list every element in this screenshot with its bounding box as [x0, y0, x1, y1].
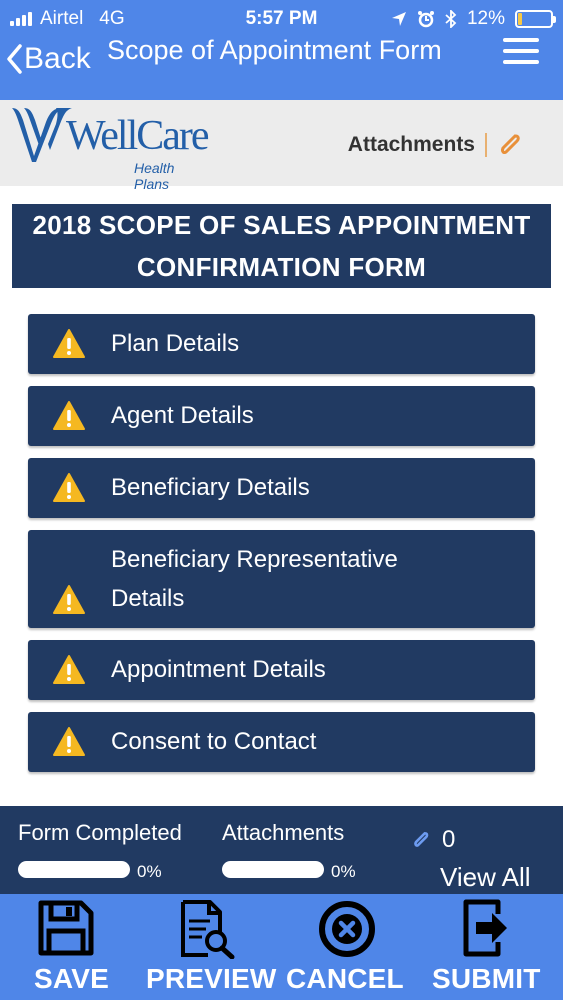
- progress-panel: Form Completed 0% Attachments 0% 0 View …: [0, 806, 563, 894]
- battery-fill: [518, 13, 522, 25]
- section-agent-details[interactable]: Agent Details: [28, 386, 535, 446]
- logo-name: WellCare: [66, 113, 210, 159]
- save-button[interactable]: SAVE: [28, 894, 114, 1000]
- paperclip-icon: [501, 134, 520, 154]
- floppy-disk-icon: [38, 900, 94, 956]
- section-label-line1: Beneficiary Representative: [111, 546, 398, 573]
- save-label: SAVE: [34, 963, 109, 994]
- attachments-progress-label: Attachments: [222, 820, 345, 845]
- back-button[interactable]: Back: [6, 42, 91, 76]
- bluetooth-icon: [445, 10, 457, 28]
- battery-icon: [515, 10, 556, 28]
- form-completed-progress-bar: [18, 861, 130, 878]
- status-right: 12%: [391, 8, 556, 30]
- warning-icon: [53, 401, 85, 430]
- alarm-icon: [417, 11, 434, 28]
- section-beneficiary-details[interactable]: Beneficiary Details: [28, 458, 535, 518]
- section-label: Beneficiary Details: [111, 474, 310, 501]
- cancel-circle-icon: [319, 901, 375, 957]
- warning-icon: [53, 585, 85, 614]
- chevron-left-icon: [7, 44, 22, 74]
- view-all-link[interactable]: View All: [440, 862, 531, 893]
- form-completed-label: Form Completed: [18, 820, 182, 845]
- top-bar: Airtel 4G 5:57 PM 12% Back Scope of Appo…: [0, 0, 563, 100]
- section-label: Agent Details: [111, 402, 254, 429]
- attachments-button[interactable]: Attachments: [348, 130, 525, 160]
- attachments-label: Attachments: [348, 133, 487, 157]
- preview-button[interactable]: PREVIEW: [146, 894, 278, 1000]
- wellcare-logo-mark: [12, 108, 72, 162]
- form-title-line1: 2018 SCOPE OF SALES APPOINTMENT: [32, 210, 531, 240]
- brand-bar: WellCare Health Plans Attachments: [0, 100, 563, 192]
- section-label: Consent to Contact: [111, 728, 317, 755]
- warning-icon: [53, 329, 85, 358]
- attachment-count: 0: [410, 826, 455, 854]
- form-title-line2: CONFIRMATION FORM: [136, 252, 427, 282]
- page-title: Scope of Appointment Form: [107, 35, 442, 65]
- status-bar: Airtel 4G 5:57 PM 12%: [0, 0, 563, 36]
- section-label-line2: Details: [111, 585, 185, 612]
- location-icon: [391, 12, 406, 26]
- preview-label: PREVIEW: [146, 963, 277, 994]
- attachments-progress-bar: [222, 861, 324, 878]
- attachment-count-value: 0: [442, 826, 456, 853]
- form-title: 2018 SCOPE OF SALES APPOINTMENT CONFIRMA…: [12, 204, 551, 288]
- form-completed-percent: 0%: [137, 862, 162, 881]
- section-label: Appointment Details: [111, 656, 326, 683]
- battery-percent: 12%: [466, 8, 505, 29]
- section-plan-details[interactable]: Plan Details: [28, 314, 535, 374]
- section-label: Plan Details: [111, 330, 240, 357]
- warning-icon: [53, 727, 85, 756]
- section-appointment-details[interactable]: Appointment Details: [28, 640, 535, 700]
- wellcare-logo: WellCare Health Plans: [10, 100, 210, 192]
- bottom-toolbar: SAVE PREVIEW CANCEL SUBMIT: [0, 894, 563, 1000]
- paperclip-icon: [414, 832, 429, 847]
- logo-subtitle: Health Plans: [134, 160, 175, 192]
- cancel-button[interactable]: CANCEL: [284, 894, 420, 1000]
- submit-button[interactable]: SUBMIT: [430, 894, 556, 1000]
- hamburger-menu-icon[interactable]: [503, 38, 539, 64]
- section-beneficiary-representative-details[interactable]: Beneficiary Representative Details: [28, 530, 535, 628]
- submit-label: SUBMIT: [432, 963, 541, 994]
- attachments-percent: 0%: [331, 862, 356, 881]
- document-search-icon: [181, 900, 235, 959]
- warning-icon: [53, 655, 85, 684]
- submit-exit-icon: [463, 899, 507, 957]
- section-consent-to-contact[interactable]: Consent to Contact: [28, 712, 535, 772]
- back-label: Back: [24, 42, 91, 75]
- cancel-label: CANCEL: [286, 963, 404, 994]
- warning-icon: [53, 473, 85, 502]
